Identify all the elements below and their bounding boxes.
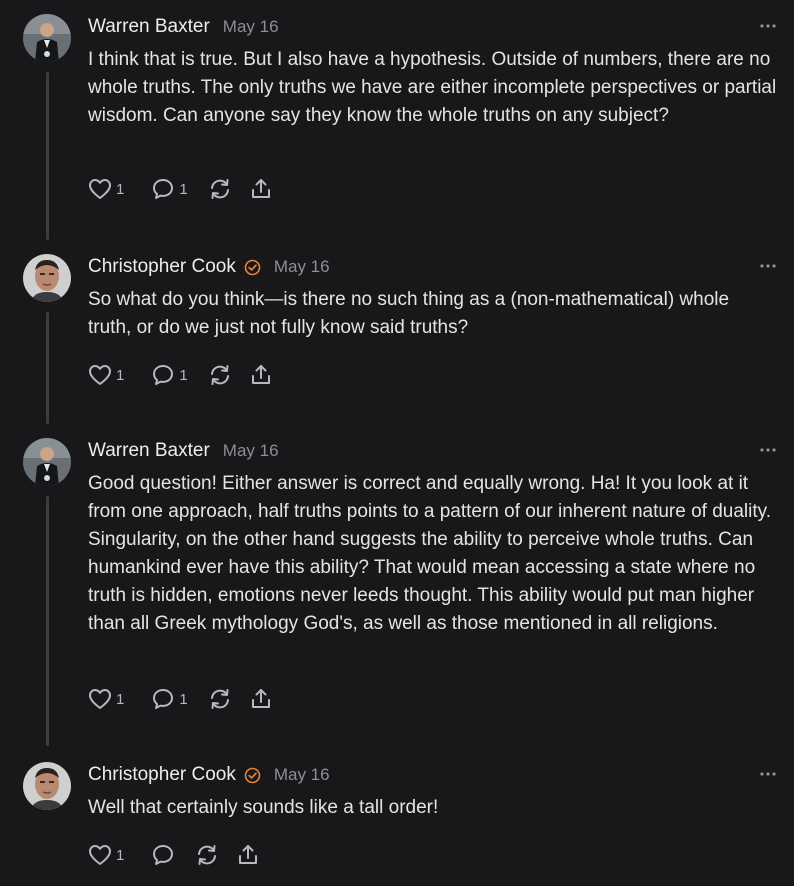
heart-icon [89, 179, 111, 199]
comment-icon [153, 845, 174, 865]
more-horizontal-icon[interactable] [760, 768, 776, 778]
share-icon [239, 845, 258, 864]
restack-button[interactable] [207, 177, 233, 201]
comment-date[interactable]: May 16 [223, 441, 279, 461]
like-button[interactable]: 1 [88, 688, 124, 710]
verified-badge-icon [244, 259, 261, 275]
avatar[interactable] [23, 14, 71, 62]
more-horizontal-icon[interactable] [760, 20, 776, 30]
author-name[interactable]: Warren Baxter [88, 16, 210, 38]
share-icon [251, 179, 270, 198]
verified-badge-icon [244, 767, 261, 783]
avatar[interactable] [23, 254, 71, 302]
comment-header: Warren Baxter May 16 [88, 16, 279, 38]
comment-date[interactable]: May 16 [274, 765, 330, 785]
comment-icon [153, 179, 174, 199]
comment-icon [153, 365, 174, 385]
comment-actions: 1 1 [88, 362, 273, 388]
restack-icon [198, 845, 217, 865]
like-count: 1 [116, 846, 125, 864]
reply-button[interactable]: 1 [151, 177, 188, 201]
avatar[interactable] [23, 438, 71, 486]
heart-icon [89, 689, 111, 709]
comment-actions: 1 1 [88, 686, 273, 712]
author-name[interactable]: Christopher Cook [88, 256, 236, 278]
reply-button[interactable]: 1 [151, 363, 188, 387]
heart-icon [89, 365, 111, 385]
like-button[interactable]: 1 [88, 178, 124, 200]
reply-button[interactable]: 1 [151, 687, 188, 711]
reply-count: 1 [179, 690, 188, 708]
comment-actions: 1 1 [88, 176, 273, 202]
comment-body: Well that certainly sounds like a tall o… [88, 797, 439, 818]
like-count: 1 [116, 690, 125, 708]
author-name[interactable]: Warren Baxter [88, 440, 210, 462]
comment-actions: 1 [88, 842, 260, 868]
thread-line [46, 312, 49, 424]
reply-button[interactable] [151, 843, 179, 867]
share-button[interactable] [249, 687, 273, 711]
restack-button[interactable] [194, 843, 220, 867]
restack-button[interactable] [207, 363, 233, 387]
comment-date[interactable]: May 16 [223, 17, 279, 37]
more-horizontal-icon[interactable] [760, 444, 776, 454]
comment-body: Good question! Either answer is correct … [88, 473, 772, 634]
heart-icon [89, 845, 111, 865]
avatar[interactable] [23, 762, 71, 810]
thread-line [46, 496, 49, 746]
restack-button[interactable] [207, 687, 233, 711]
share-icon [251, 689, 270, 708]
like-button[interactable]: 1 [88, 844, 124, 866]
share-button[interactable] [249, 177, 273, 201]
thread-line [46, 72, 49, 240]
comment-date[interactable]: May 16 [274, 257, 330, 277]
comment-header: Warren Baxter May 16 [88, 440, 279, 462]
comment-header: Christopher Cook May 16 [88, 256, 330, 278]
like-button[interactable]: 1 [88, 364, 124, 386]
more-horizontal-icon[interactable] [760, 260, 776, 270]
like-count: 1 [116, 180, 125, 198]
share-icon [251, 365, 270, 384]
comment-body: I think that is true. But I also have a … [88, 49, 777, 126]
share-button[interactable] [249, 363, 273, 387]
restack-icon [210, 365, 229, 385]
reply-count: 1 [179, 366, 188, 384]
restack-icon [210, 689, 229, 709]
like-count: 1 [116, 366, 125, 384]
share-button[interactable] [236, 843, 260, 867]
comment-header: Christopher Cook May 16 [88, 764, 330, 786]
comment-icon [153, 689, 174, 709]
reply-count: 1 [179, 180, 188, 198]
restack-icon [210, 179, 229, 199]
comment-body: So what do you think—is there no such th… [88, 289, 730, 338]
author-name[interactable]: Christopher Cook [88, 764, 236, 786]
